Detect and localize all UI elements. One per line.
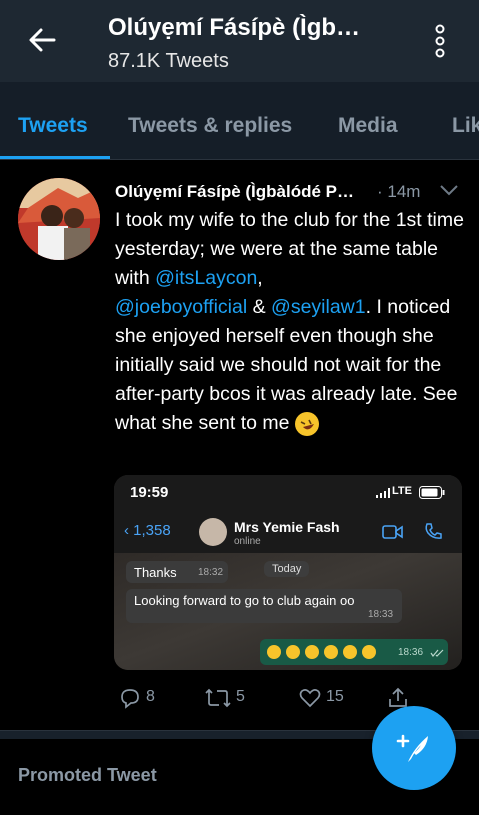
profile-name-title: Olúyẹmí Fásípè (Ìgb… bbox=[108, 14, 361, 41]
promoted-tweet-label: Promoted Tweet bbox=[18, 765, 157, 785]
more-options-icon[interactable] bbox=[432, 24, 448, 58]
phone-call-icon bbox=[425, 523, 442, 539]
chat-bubble-sent: 18:36 bbox=[260, 639, 448, 665]
back-arrow-icon[interactable] bbox=[26, 24, 58, 56]
tab-tweets[interactable]: Tweets bbox=[18, 114, 88, 138]
tweet-text-part: , bbox=[257, 267, 263, 289]
tweet-author-name[interactable]: Olúyẹmí Fásípè (Ìgbàlódé P… bbox=[115, 182, 354, 202]
retweet-count: 5 bbox=[236, 688, 245, 705]
chat-message-text: Looking forward to go to club again oo bbox=[134, 593, 355, 608]
contact-status: online bbox=[234, 536, 261, 547]
tab-likes[interactable]: Lik bbox=[452, 114, 479, 138]
tweet-text: I took my wife to the club for the 1st t… bbox=[115, 206, 470, 438]
reply-count: 8 bbox=[146, 688, 155, 705]
video-call-icon bbox=[382, 525, 403, 539]
chat-bubble-received: Thanks 18:32 bbox=[126, 561, 228, 583]
network-label: LTE bbox=[392, 485, 412, 497]
mention-link[interactable]: @joeboyofficial bbox=[115, 296, 247, 318]
top-app-bar: Olúyẹmí Fásípè (Ìgb… 87.1K Tweets bbox=[0, 0, 479, 82]
tweet-count: 87.1K Tweets bbox=[108, 50, 229, 72]
mention-link[interactable]: @seyilaw1 bbox=[271, 296, 366, 318]
laughing-emojis-icon bbox=[267, 645, 376, 659]
tab-tweets-and-replies[interactable]: Tweets & replies bbox=[128, 114, 292, 138]
phone-clock: 19:59 bbox=[130, 484, 169, 501]
signal-bars-icon bbox=[376, 488, 390, 498]
chevron-down-icon[interactable] bbox=[438, 182, 460, 198]
chat-back-count: ‹ 1,358 bbox=[124, 522, 171, 539]
mention-link[interactable]: @itsLaycon bbox=[155, 267, 257, 289]
avatar-photo-icon bbox=[18, 178, 100, 260]
chat-message-text: Thanks bbox=[134, 565, 177, 580]
compose-tweet-button[interactable] bbox=[372, 706, 456, 790]
double-check-icon bbox=[430, 649, 444, 657]
phone-status-bar: 19:59 LTE bbox=[114, 475, 462, 513]
contact-avatar bbox=[199, 518, 227, 546]
tweet-media-image[interactable]: 19:59 LTE ‹ 1,358 Mrs Yemie Fash online … bbox=[114, 475, 462, 670]
battery-icon bbox=[419, 486, 445, 499]
like-heart-icon[interactable] bbox=[298, 686, 322, 710]
chat-header: ‹ 1,358 Mrs Yemie Fash online bbox=[114, 513, 462, 553]
reply-icon[interactable] bbox=[118, 686, 142, 710]
rofl-emoji-icon bbox=[294, 411, 319, 436]
retweet-icon[interactable] bbox=[204, 686, 232, 710]
compose-feather-icon bbox=[396, 734, 428, 762]
contact-name: Mrs Yemie Fash bbox=[234, 519, 340, 535]
chat-message-time: 18:36 bbox=[398, 647, 424, 658]
like-count: 15 bbox=[326, 688, 344, 705]
tweet-text-part: & bbox=[247, 296, 272, 318]
avatar[interactable] bbox=[18, 178, 100, 260]
chat-message-time: 18:33 bbox=[368, 609, 394, 620]
day-label: Today bbox=[264, 561, 310, 577]
chat-message-time: 18:32 bbox=[198, 567, 224, 578]
profile-tabs: Tweets Tweets & replies Media Lik bbox=[0, 82, 479, 160]
tweet-card[interactable]: Olúyẹmí Fásípè (Ìgbàlódé P… · 14m I took… bbox=[0, 160, 479, 730]
chat-bubble-received: Looking forward to go to club again oo 1… bbox=[126, 589, 402, 623]
tweet-timestamp: · 14m bbox=[377, 182, 421, 201]
tab-media[interactable]: Media bbox=[338, 114, 398, 138]
chat-body: Today Thanks 18:32 Looking forward to go… bbox=[114, 553, 462, 670]
